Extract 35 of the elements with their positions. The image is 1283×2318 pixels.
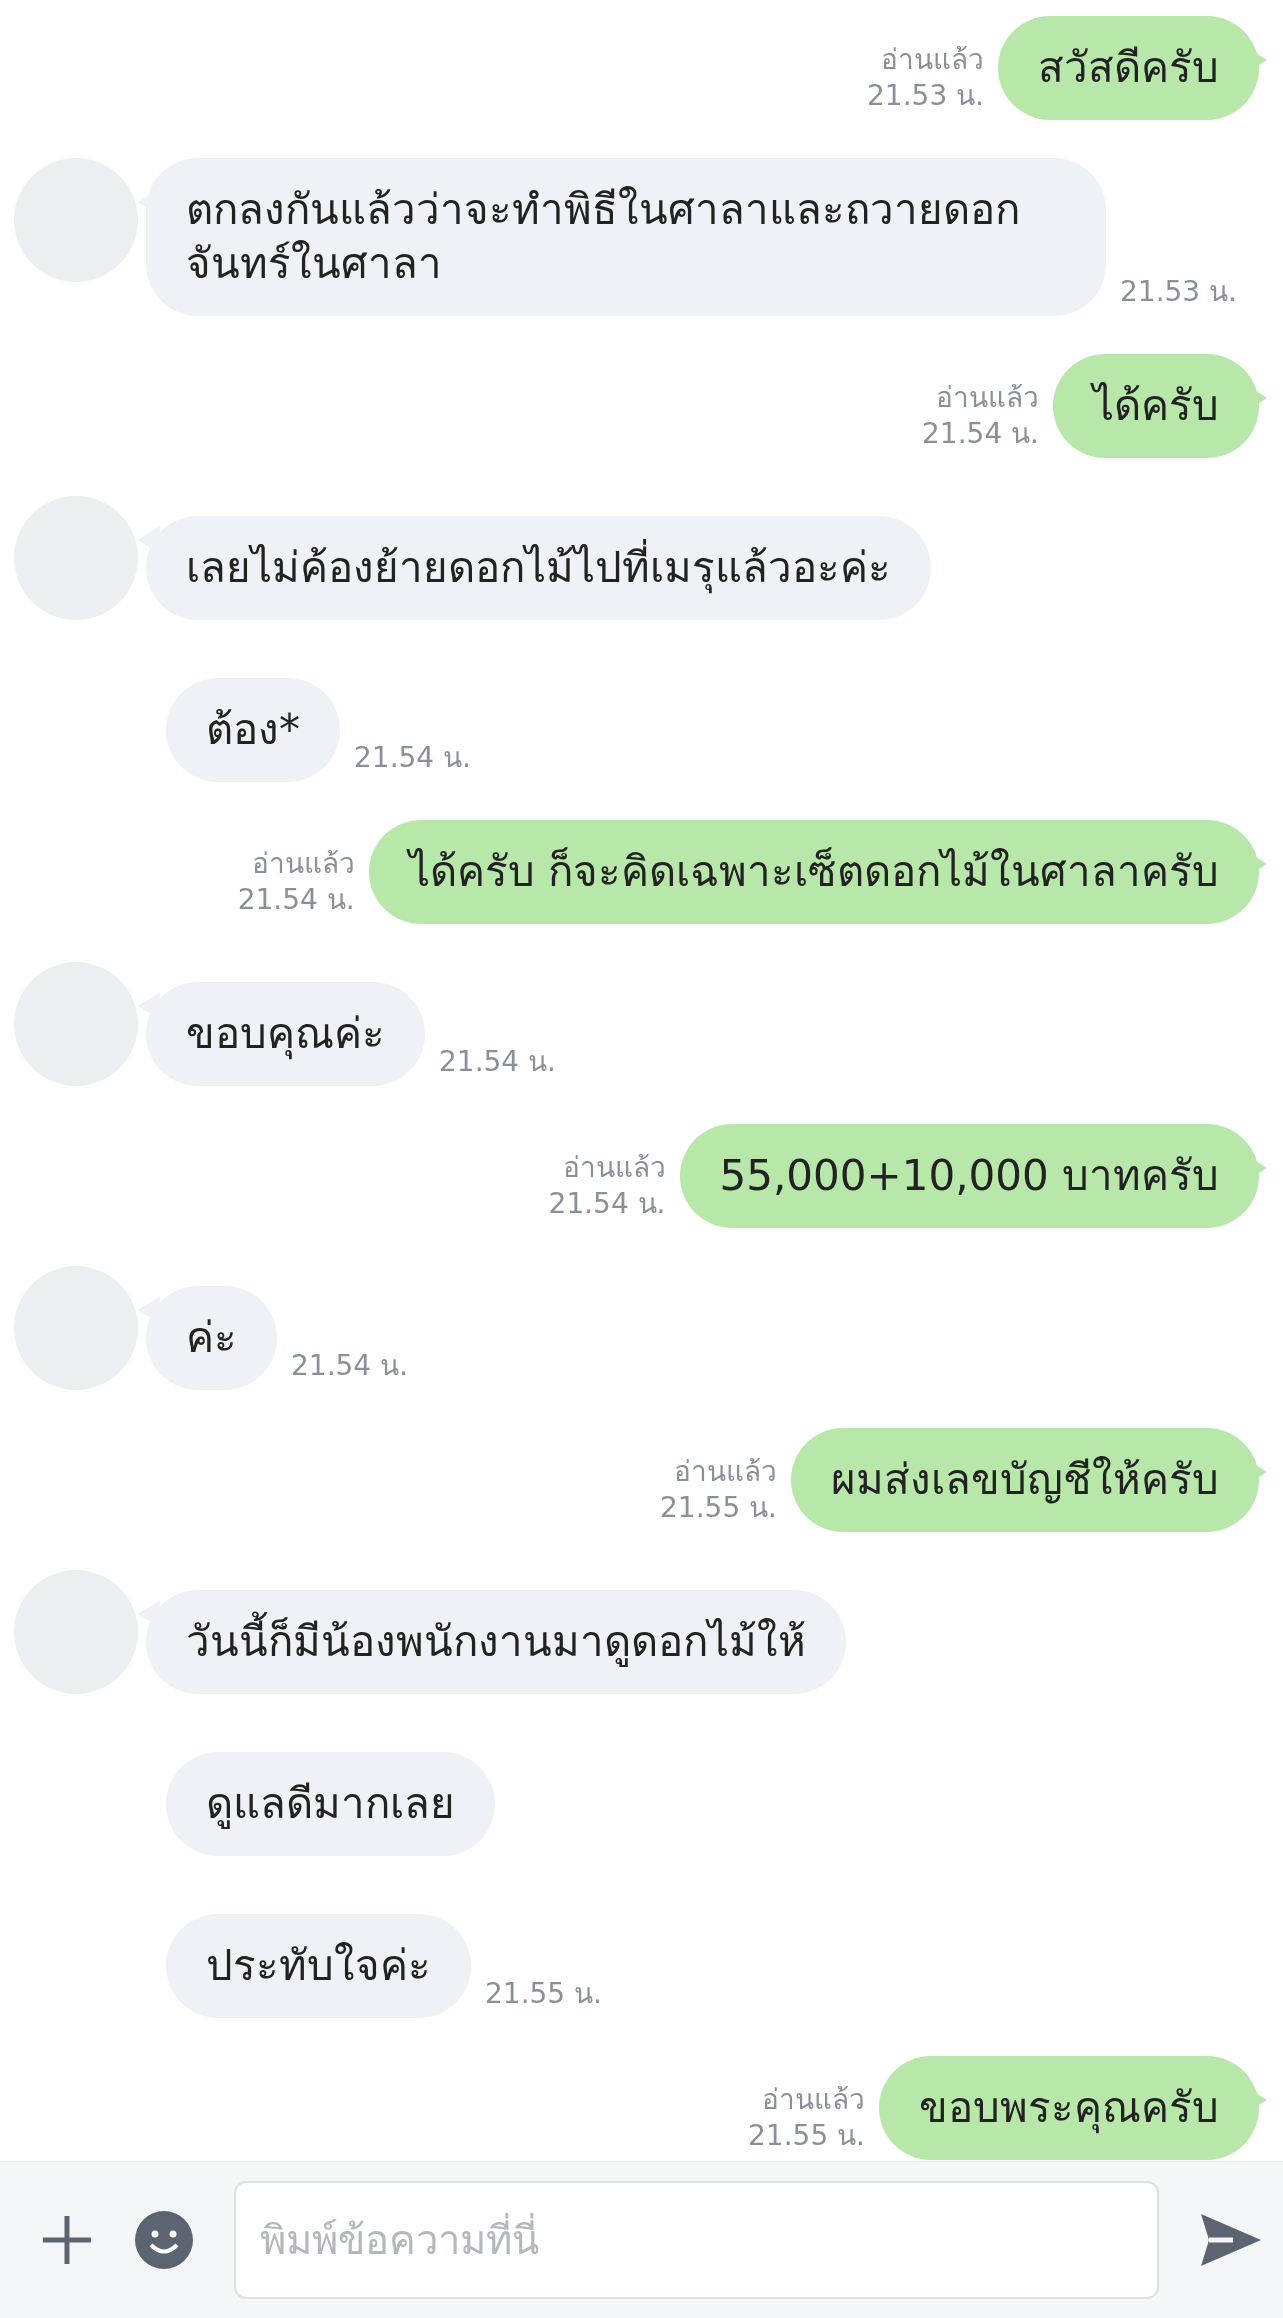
message-bubble: ดูแลดีมากเลย <box>166 1752 495 1856</box>
message-time: 21.54 น. <box>439 1044 556 1080</box>
read-receipt: อ่านแล้ว <box>936 380 1039 416</box>
message-time: 21.54 น. <box>548 1186 666 1222</box>
read-receipt: อ่านแล้ว <box>562 1150 666 1186</box>
message-time: 21.54 น. <box>354 740 471 776</box>
message-time: 21.54 น. <box>291 1348 408 1384</box>
read-receipt: อ่านแล้ว <box>881 42 984 78</box>
message-time: 21.54 น. <box>237 882 355 918</box>
smiley-icon[interactable] <box>134 2210 194 2270</box>
message-bubble: 55,000+10,000 บาทครับ <box>679 1124 1259 1228</box>
message-bubble: ได้ครับ ก็จะคิดเฉพาะเซ็ตดอกไม้ในศาลาครับ <box>368 820 1259 924</box>
message-bubble: ตกลงกันแล้วว่าจะทำพิธีในศาลาและถวายดอกจันทร์ในศาลา <box>146 158 1106 316</box>
message-time: 21.53 น. <box>1120 274 1237 310</box>
read-receipt: อ่านแล้ว <box>762 2082 865 2118</box>
message-bubble: ผมส่งเลขบัญชีให้ครับ <box>791 1428 1259 1532</box>
message-input[interactable]: พิมพ์ข้อความที่นี่ <box>234 2181 1159 2299</box>
message-bubble: ได้ครับ <box>1053 354 1259 458</box>
message-bubble: ค่ะ <box>146 1286 277 1390</box>
message-bubble: ประทับใจค่ะ <box>166 1914 471 2018</box>
message-bubble: ขอบพระคุณครับ <box>879 2056 1259 2160</box>
message-bubble: ต้อง* <box>166 678 340 782</box>
message-time: 21.53 น. <box>867 78 984 114</box>
read-receipt: อ่านแล้ว <box>674 1454 777 1490</box>
message-time: 21.55 น. <box>485 1976 602 2012</box>
message-bubble: เลยไม่ค้องย้ายดอกไม้ไปที่เมรุแล้วอะค่ะ <box>146 516 931 620</box>
read-receipt: อ่านแล้ว <box>251 846 355 882</box>
plus-icon[interactable] <box>40 2213 94 2267</box>
send-icon[interactable] <box>1199 2212 1263 2268</box>
message-time: 21.54 น. <box>922 416 1039 452</box>
message-bubble: วันนี้ก็มีน้องพนักงานมาดูดอกไม้ให้ <box>146 1590 846 1694</box>
message-time: 21.55 น. <box>748 2118 865 2154</box>
message-bubble: ขอบคุณค่ะ <box>146 982 425 1086</box>
message-bubble: สวัสดีครับ <box>998 16 1259 120</box>
message-time: 21.55 น. <box>660 1490 777 1526</box>
